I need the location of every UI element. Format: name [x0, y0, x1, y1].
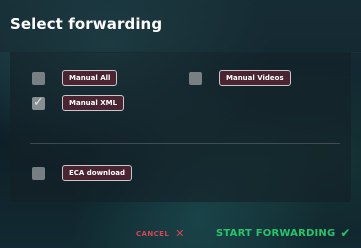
option-label-manual-all: Manual All	[62, 70, 118, 86]
option-eca-download[interactable]: ECA download	[32, 165, 132, 181]
start-forwarding-label: START FORWARDING	[216, 227, 336, 239]
cancel-button-label: CANCEL	[136, 230, 170, 238]
option-manual-all[interactable]: Manual All	[32, 70, 118, 86]
option-manual-videos[interactable]: Manual Videos	[189, 70, 291, 86]
checkbox-manual-xml[interactable]: ✓	[32, 94, 45, 110]
option-label-manual-xml: Manual XML	[62, 95, 125, 111]
forwarding-dialog: Select forwarding Manual All Manual Vide…	[0, 0, 361, 248]
cancel-button[interactable]: CANCEL ✕	[136, 227, 185, 240]
option-label-manual-videos: Manual Videos	[219, 70, 291, 86]
checkmark-icon: ✔	[340, 226, 351, 240]
dialog-footer: CANCEL ✕ START FORWARDING ✔	[0, 218, 361, 248]
dialog-title: Select forwarding	[10, 15, 163, 33]
option-manual-xml[interactable]: ✓ Manual XML	[32, 94, 125, 111]
divider	[30, 143, 340, 144]
dialog-header: Select forwarding	[0, 0, 361, 53]
checkbox-eca-download[interactable]	[32, 166, 45, 180]
option-label-eca-download: ECA download	[62, 165, 132, 181]
close-icon: ✕	[175, 227, 185, 240]
checkbox-manual-all[interactable]	[32, 71, 45, 85]
checkbox-manual-videos[interactable]	[189, 71, 202, 85]
start-forwarding-button[interactable]: START FORWARDING ✔	[216, 227, 350, 239]
checkmark-icon: ✓	[33, 94, 44, 110]
